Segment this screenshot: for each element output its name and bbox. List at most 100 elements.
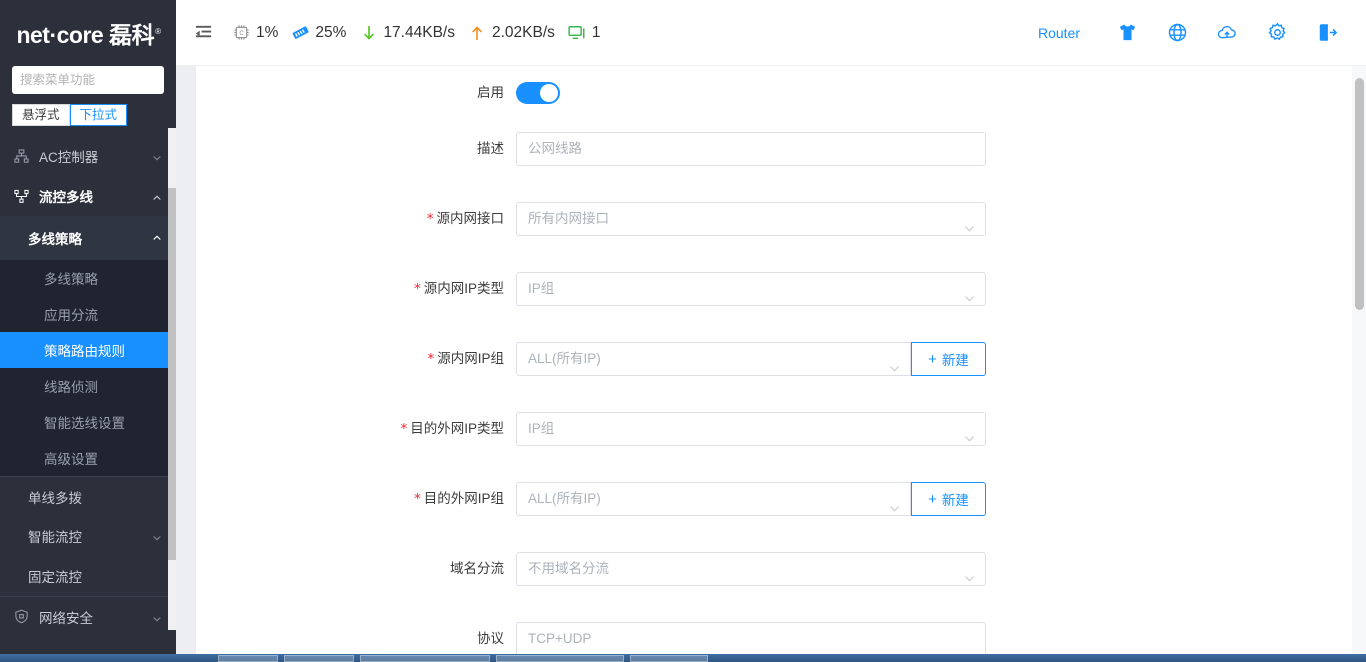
shield-icon bbox=[14, 609, 30, 624]
src-ip-type-select[interactable]: IP组 bbox=[516, 272, 986, 306]
sidebar-item-smart-line-settings[interactable]: 智能选线设置 bbox=[0, 404, 176, 440]
required-mark: * bbox=[426, 211, 434, 227]
dst-ip-type-wrap: IP组 bbox=[516, 412, 986, 446]
router-link[interactable]: Router bbox=[1038, 25, 1080, 41]
svg-text:C: C bbox=[239, 31, 244, 37]
stat-memory: 25% bbox=[291, 23, 346, 42]
domain-diversion-wrap: 不用域名分流 bbox=[516, 552, 986, 586]
taskbar-item[interactable] bbox=[284, 655, 354, 662]
form-label-src-ip-type: * 源内网IP类型 bbox=[413, 281, 504, 297]
sidebar-item-policy-route-rule[interactable]: 策略路由规则 bbox=[0, 332, 176, 368]
stat-clients: 1 bbox=[568, 23, 601, 42]
chevron-down-icon[interactable] bbox=[152, 151, 162, 161]
domain-diversion-select[interactable]: 不用域名分流 bbox=[516, 552, 986, 586]
dst-ip-group-new-button[interactable]: + 新建 bbox=[911, 482, 986, 516]
stat-upload: 2.02KB/s bbox=[468, 23, 555, 42]
form-row-domain-diversion: 域名分流 不用域名分流 bbox=[196, 552, 1346, 622]
stat-cpu-value: 1% bbox=[256, 23, 279, 41]
form-label-enable: 启用 bbox=[477, 85, 504, 100]
sidebar-item-single-line-multidial[interactable]: 单线多拨 bbox=[0, 476, 176, 516]
form-label-dst-ip-group: * 目的外网IP组 bbox=[413, 491, 504, 507]
sidebar-item-label: 流控多线 bbox=[39, 190, 93, 205]
src-ip-group-wrap: ALL(所有IP) + 新建 bbox=[516, 342, 986, 376]
dst-ip-type-select[interactable]: IP组 bbox=[516, 412, 986, 446]
logout-icon[interactable] bbox=[1316, 22, 1338, 44]
search-box[interactable] bbox=[12, 66, 176, 94]
search-input[interactable] bbox=[20, 73, 176, 87]
required-mark: * bbox=[413, 491, 421, 507]
taskbar-item[interactable] bbox=[218, 655, 278, 662]
header-stats: C 1% 25% 17.44KB/s 2.02KB/s 1 bbox=[232, 23, 614, 42]
protocol-select[interactable]: TCP+UDP bbox=[516, 622, 986, 656]
stat-memory-value: 25% bbox=[315, 23, 347, 41]
chevron-down-icon bbox=[964, 284, 975, 302]
sidebar-item-app-diversion[interactable]: 应用分流 bbox=[0, 296, 176, 332]
new-button-label: 新建 bbox=[941, 353, 969, 368]
sidebar-item-advanced-settings[interactable]: 高级设置 bbox=[0, 440, 176, 476]
sidebar-item-fixed-flow-control[interactable]: 固定流控 bbox=[0, 556, 176, 596]
flow-icon bbox=[14, 189, 30, 204]
plus-icon: + bbox=[928, 490, 937, 508]
content-panel: 启用 描述 公网线路 * 源内网接口 所有内网接口 * 源内网IP类型 IP组 … bbox=[176, 66, 1366, 662]
cpu-icon: C bbox=[232, 23, 251, 42]
required-mark: * bbox=[427, 351, 435, 367]
src-ip-group-new-button[interactable]: + 新建 bbox=[911, 342, 986, 376]
chevron-down-icon bbox=[964, 424, 975, 442]
form-label-protocol: 协议 bbox=[477, 631, 504, 646]
content-scrollbar-thumb[interactable] bbox=[1355, 78, 1364, 310]
form-label-dst-ip-type: * 目的外网IP类型 bbox=[400, 421, 504, 437]
globe-icon[interactable] bbox=[1166, 22, 1188, 44]
chevron-down-icon bbox=[964, 564, 975, 582]
src-ip-group-select[interactable]: ALL(所有IP) bbox=[516, 342, 911, 376]
form-label-domain-diversion: 域名分流 bbox=[450, 561, 504, 576]
sidebar-item-smart-flow-control[interactable]: 智能流控 bbox=[0, 516, 176, 556]
view-mode-switch: 悬浮式 下拉式 bbox=[12, 104, 164, 126]
top-header: C 1% 25% 17.44KB/s 2.02KB/s 1 Router bbox=[176, 0, 1366, 66]
sidebar-scrollbar-thumb[interactable] bbox=[168, 188, 176, 560]
form-row-src-lan-interface: * 源内网接口 所有内网接口 bbox=[196, 202, 1346, 272]
form-row-enable: 启用 bbox=[196, 76, 1346, 132]
dst-ip-group-select[interactable]: ALL(所有IP) bbox=[516, 482, 911, 516]
chevron-up-icon[interactable] bbox=[152, 191, 162, 201]
form-label-description: 描述 bbox=[477, 141, 504, 156]
sidebar-item-ac-controller[interactable]: AC控制器 bbox=[0, 136, 176, 176]
gear-icon[interactable] bbox=[1266, 22, 1288, 44]
sidebar-item-multiline-policy[interactable]: 多线策略 bbox=[0, 260, 176, 296]
chevron-down-icon[interactable] bbox=[152, 612, 162, 622]
monitor-icon bbox=[568, 23, 587, 42]
description-input[interactable]: 公网线路 bbox=[516, 132, 986, 166]
menu-fold-icon[interactable] bbox=[188, 18, 218, 48]
registered-mark: ® bbox=[155, 27, 161, 36]
sidebar-item-network-security[interactable]: 网络安全 bbox=[0, 596, 176, 636]
view-mode-dropdown[interactable]: 下拉式 bbox=[69, 104, 128, 126]
sidebar-item-label: 网络安全 bbox=[39, 610, 93, 626]
taskbar-item[interactable] bbox=[360, 655, 490, 662]
toggle-knob bbox=[540, 84, 558, 102]
enable-toggle[interactable] bbox=[516, 82, 560, 104]
protocol-wrap: TCP+UDP bbox=[516, 622, 986, 656]
sidebar-submenu-multiline-policy[interactable]: 多线策略 bbox=[0, 216, 176, 260]
form-label-src-lan-interface: * 源内网接口 bbox=[426, 211, 504, 227]
view-mode-floating[interactable]: 悬浮式 bbox=[12, 104, 70, 126]
src-lan-interface-wrap: 所有内网接口 bbox=[516, 202, 986, 236]
stat-clients-value: 1 bbox=[591, 23, 601, 41]
tshirt-icon[interactable] bbox=[1116, 22, 1138, 44]
taskbar-item[interactable] bbox=[630, 655, 708, 662]
sidebar-leaf-list: 多线策略 应用分流 策略路由规则 线路侦测 智能选线设置 高级设置 bbox=[0, 260, 176, 476]
src-lan-interface-select[interactable]: 所有内网接口 bbox=[516, 202, 986, 236]
cloud-upload-icon[interactable] bbox=[1216, 22, 1238, 44]
sidebar-item-flow-multiline[interactable]: 流控多线 bbox=[0, 176, 176, 216]
sidebar-item-line-detection[interactable]: 线路侦测 bbox=[0, 368, 176, 404]
brand-logo[interactable]: net·core 磊科® bbox=[0, 0, 176, 66]
dst-ip-group-wrap: ALL(所有IP) + 新建 bbox=[516, 482, 986, 516]
required-mark: * bbox=[413, 281, 421, 297]
sidebar-item-label: 单线多拨 bbox=[28, 490, 82, 506]
form-row-dst-ip-type: * 目的外网IP类型 IP组 bbox=[196, 412, 1346, 482]
chevron-down-icon bbox=[889, 494, 900, 512]
plus-icon: + bbox=[928, 350, 937, 368]
chevron-up-icon[interactable] bbox=[152, 231, 162, 246]
form-row-description: 描述 公网线路 bbox=[196, 132, 1346, 202]
taskbar-item[interactable] bbox=[496, 655, 624, 662]
chevron-down-icon[interactable] bbox=[152, 531, 162, 541]
chevron-down-icon bbox=[964, 214, 975, 232]
